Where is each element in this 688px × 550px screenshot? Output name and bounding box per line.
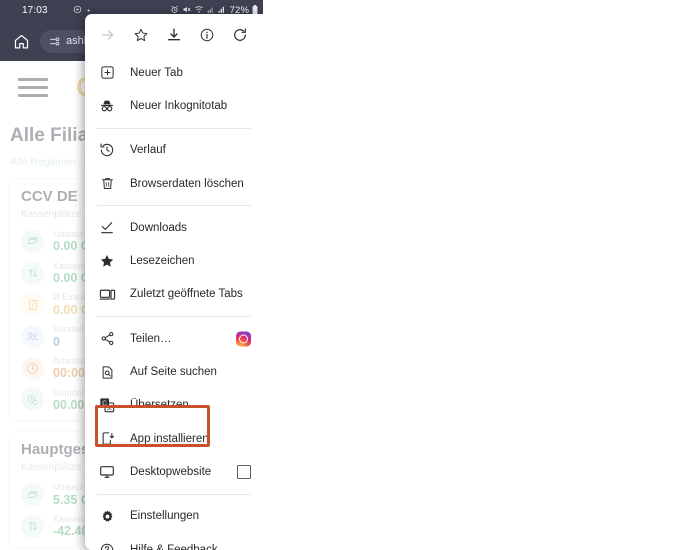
menu-item-label: Lesezeichen — [130, 255, 195, 268]
menu-top-actions — [85, 14, 263, 56]
translate-icon: G文 — [97, 397, 117, 413]
menu-item-label: App installieren — [130, 432, 209, 445]
menu-item-install-app[interactable]: App installieren — [85, 422, 263, 455]
arrow-right-icon[interactable] — [95, 22, 121, 48]
menu-item-bookmarks[interactable]: Lesezeichen — [85, 244, 263, 277]
recent-tabs-icon — [97, 286, 117, 303]
menu-item-new-incognito-tab[interactable]: Neuer Inkognitotab — [85, 89, 263, 122]
incognito-icon — [97, 98, 117, 114]
browser-overflow-menu: Neuer Tab Neuer Inkognitotab Verlauf Bro… — [85, 14, 263, 550]
menu-item-label: Teilen… — [130, 332, 172, 345]
share-icon — [97, 331, 117, 346]
menu-separator — [97, 127, 251, 129]
history-icon — [97, 142, 117, 158]
menu-item-downloads[interactable]: Downloads — [85, 211, 263, 244]
menu-item-desktop-site[interactable]: Desktopwebsite — [85, 455, 263, 488]
page-info-icon[interactable] — [48, 35, 61, 48]
menu-item-label: Zuletzt geöffnete Tabs — [130, 288, 243, 301]
status-clock: 17:03 — [22, 5, 48, 16]
info-icon[interactable] — [194, 22, 220, 48]
menu-separator — [97, 316, 251, 318]
menu-item-share[interactable]: Teilen… — [85, 322, 263, 355]
reload-icon[interactable] — [227, 22, 253, 48]
menu-item-settings[interactable]: Einstellungen — [85, 500, 263, 533]
menu-item-label: Downloads — [130, 221, 187, 234]
menu-item-label: Übersetzen… — [130, 399, 201, 412]
menu-item-label: Browserdaten löschen — [130, 177, 244, 190]
help-icon — [97, 542, 117, 550]
menu-item-label: Neuer Tab — [130, 66, 183, 79]
back-arrow-icon — [60, 5, 69, 16]
menu-item-label: Desktopwebsite — [130, 465, 212, 478]
phone-screen: 17:03 72% ashbo Neuer Tab Neuer Inkognit… — [0, 0, 263, 550]
home-icon[interactable] — [10, 30, 32, 52]
menu-separator — [97, 205, 251, 207]
status-left-icons — [60, 5, 91, 16]
menu-item-history[interactable]: Verlauf — [85, 134, 263, 167]
gear-icon — [97, 509, 117, 524]
menu-item-new-tab[interactable]: Neuer Tab — [85, 56, 263, 89]
menu-item-label: Hilfe & Feedback — [130, 543, 218, 550]
star-icon[interactable] — [128, 22, 154, 48]
menu-item-label: Einstellungen — [130, 510, 200, 523]
menu-item-translate[interactable]: G文 Übersetzen… — [85, 389, 263, 422]
star-filled-icon — [97, 253, 117, 269]
new-tab-icon — [97, 65, 117, 80]
downloads-icon — [97, 220, 117, 236]
menu-item-label: Verlauf — [130, 144, 166, 157]
menu-item-help-feedback[interactable]: Hilfe & Feedback — [85, 533, 263, 550]
find-in-page-icon — [97, 365, 117, 380]
download-icon[interactable] — [161, 22, 187, 48]
menu-separator — [97, 493, 251, 495]
instagram-icon[interactable] — [236, 331, 251, 347]
menu-item-clear-browsing-data[interactable]: Browserdaten löschen — [85, 167, 263, 200]
menu-item-label: Auf Seite suchen — [130, 366, 217, 379]
desktop-site-checkbox[interactable] — [237, 464, 251, 479]
mute-icon — [73, 5, 82, 16]
trash-icon — [97, 176, 117, 191]
desktop-icon — [97, 464, 117, 480]
install-app-icon — [97, 431, 117, 446]
menu-item-recent-tabs[interactable]: Zuletzt geöffnete Tabs — [85, 278, 263, 311]
menu-item-find-in-page[interactable]: Auf Seite suchen — [85, 355, 263, 388]
menu-item-label: Neuer Inkognitotab — [130, 99, 228, 112]
